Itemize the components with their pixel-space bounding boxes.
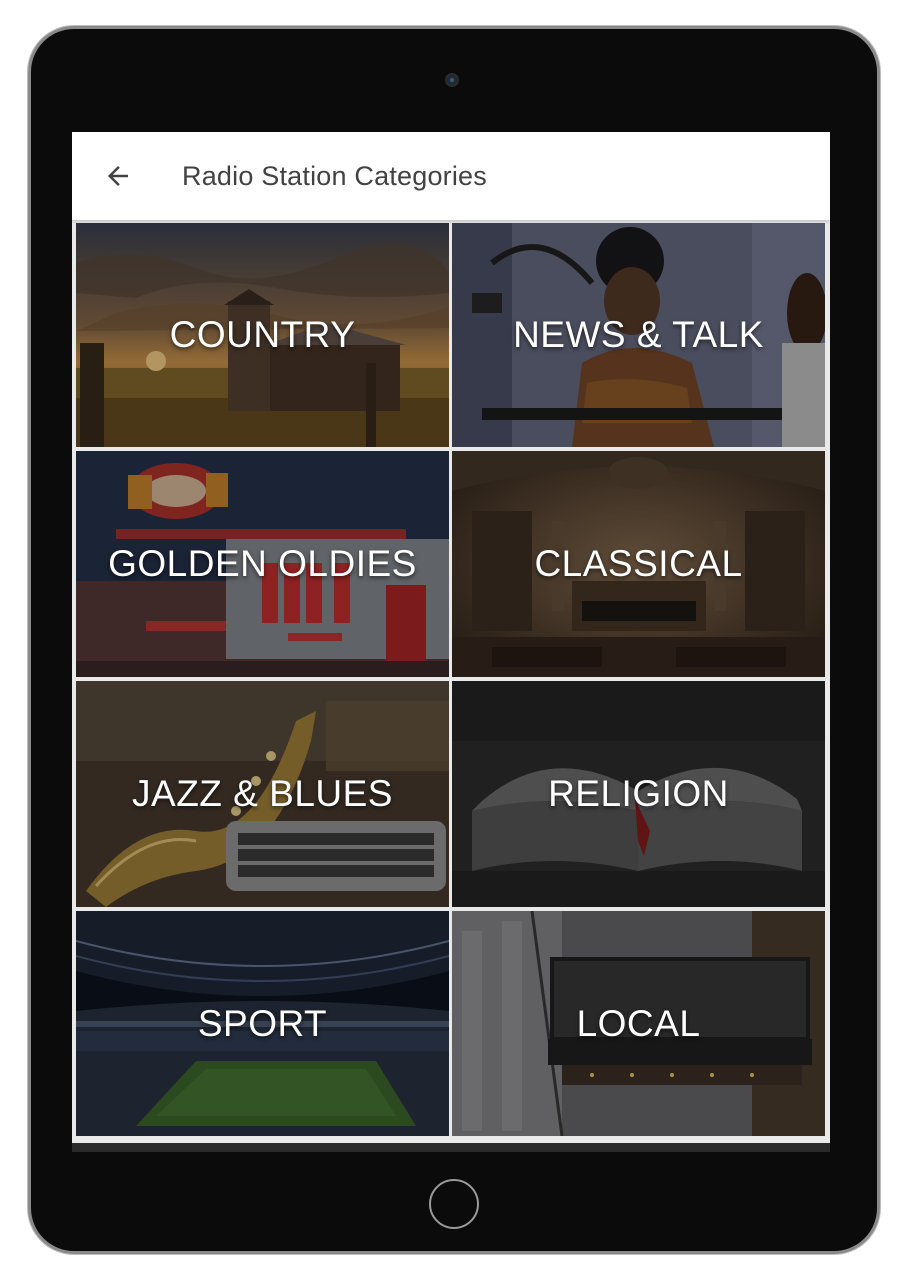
tablet-frame: Radio Station Categories COUNTRY NEWS & … xyxy=(28,26,880,1254)
category-tile-classical[interactable]: CLASSICAL xyxy=(452,451,825,677)
category-label: RELIGION xyxy=(548,773,729,814)
category-label: CLASSICAL xyxy=(534,543,743,584)
category-tile-jazz-blues[interactable]: JAZZ & BLUES xyxy=(76,681,449,907)
category-label: GOLDEN OLDIES xyxy=(108,543,417,584)
category-tile-sport[interactable]: SPORT xyxy=(76,911,449,1136)
screen-bottom-edge xyxy=(72,1143,830,1152)
category-label: LOCAL xyxy=(576,1002,701,1044)
app-screen: Radio Station Categories COUNTRY NEWS & … xyxy=(72,132,830,1152)
category-label: JAZZ & BLUES xyxy=(132,773,393,814)
category-label: SPORT xyxy=(197,1002,328,1044)
page-title: Radio Station Categories xyxy=(182,160,487,191)
category-tile-news-talk[interactable]: NEWS & TALK xyxy=(452,223,825,447)
category-tile-religion[interactable]: RELIGION xyxy=(452,681,825,907)
camera-icon xyxy=(445,73,459,87)
back-button[interactable] xyxy=(98,156,138,196)
app-bar: Radio Station Categories xyxy=(72,132,830,220)
category-label: COUNTRY xyxy=(169,314,356,355)
category-tile-golden-oldies[interactable]: GOLDEN OLDIES xyxy=(76,451,449,677)
category-tile-local[interactable]: LOCAL xyxy=(452,911,825,1136)
arrow-back-icon xyxy=(108,166,128,186)
category-grid: COUNTRY NEWS & TALK GOLDEN OLDIES CLASSI… xyxy=(76,223,827,1136)
home-button[interactable] xyxy=(429,1179,479,1229)
category-tile-country[interactable]: COUNTRY xyxy=(76,223,449,447)
category-label: NEWS & TALK xyxy=(513,314,764,355)
